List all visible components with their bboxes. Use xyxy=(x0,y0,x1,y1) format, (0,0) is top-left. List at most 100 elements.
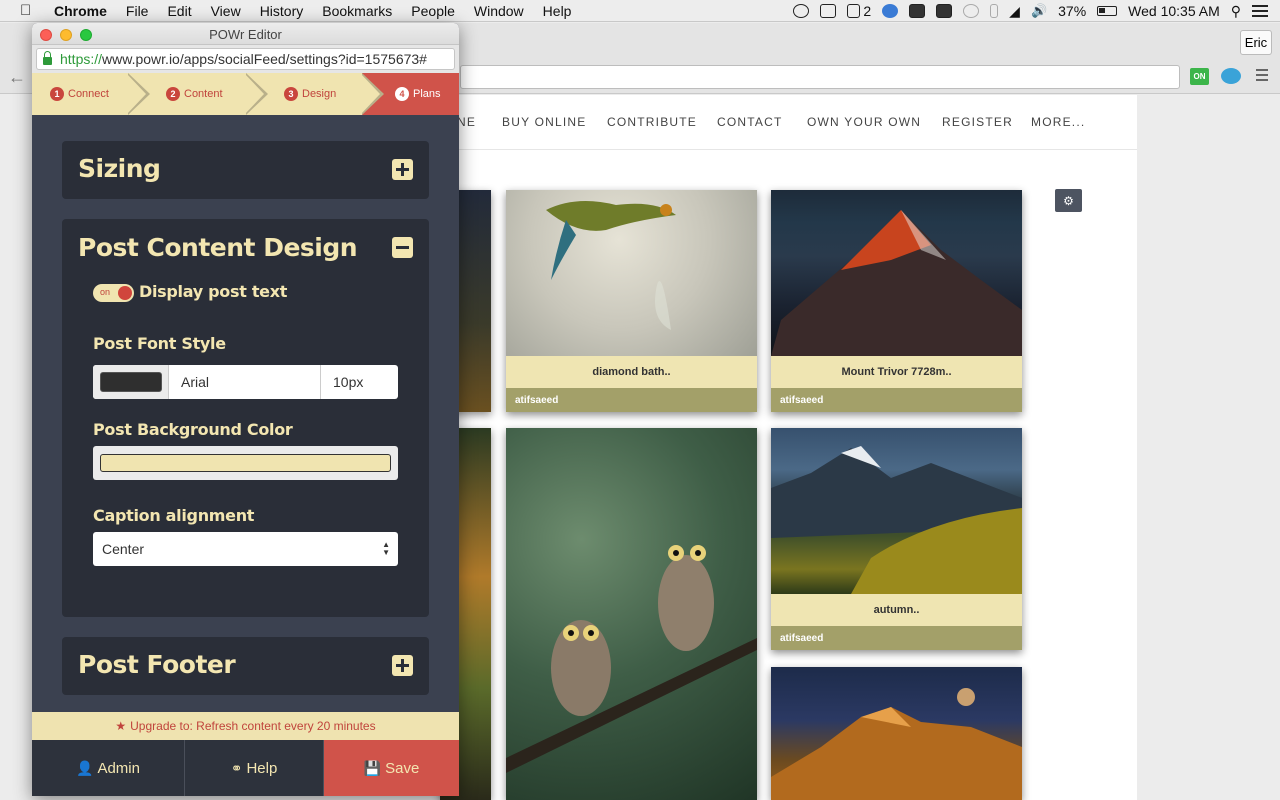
card-author[interactable]: atifsaeed xyxy=(506,388,757,412)
bird-photo xyxy=(506,190,757,356)
post-footer-panel[interactable]: Post Footer xyxy=(62,637,429,695)
chat-bubble-icon[interactable] xyxy=(1221,68,1241,84)
menubar-tray: 2 ◢ 🔊 37% Wed 10:35 AM ⚲ xyxy=(793,0,1268,22)
menu-app-name[interactable]: Chrome xyxy=(54,3,107,19)
nav-item-buy-online[interactable]: BUY ONLINE xyxy=(502,115,586,129)
nav-item-contribute[interactable]: CONTRIBUTE xyxy=(607,115,697,129)
site-nav: NE BUY ONLINE CONTRIBUTE CONTACT OWN YOU… xyxy=(445,95,1137,150)
admin-button[interactable]: 👤 Admin xyxy=(32,740,185,796)
step-number: 1 xyxy=(50,87,64,101)
help-button[interactable]: ⚭ Help xyxy=(185,740,324,796)
card-caption: autumn.. xyxy=(771,594,1022,626)
lock-icon xyxy=(43,51,52,65)
step-divider xyxy=(360,73,380,115)
step-divider xyxy=(126,73,146,115)
sizing-panel[interactable]: Sizing xyxy=(62,141,429,199)
caption-alignment-label: Caption alignment xyxy=(93,506,255,525)
settings-gear-icon[interactable]: ⚙ xyxy=(1055,189,1082,212)
font-color-picker[interactable] xyxy=(93,365,169,399)
macos-menubar:  Chrome File Edit View History Bookmark… xyxy=(0,0,1280,22)
browser-menu-icon[interactable] xyxy=(1256,69,1268,81)
toggle-knob xyxy=(118,286,132,300)
url-path: www.powr.io/apps/socialFeed/settings?id=… xyxy=(102,51,427,67)
card-author[interactable]: atifsaeed xyxy=(771,388,1022,412)
nav-item-more[interactable]: MORE... xyxy=(1031,115,1085,129)
mountain-sunset-photo xyxy=(771,667,1022,800)
card-caption: diamond bath.. xyxy=(506,356,757,388)
wifi-icon[interactable]: ◢ xyxy=(1009,3,1020,20)
post-font-style-label: Post Font Style xyxy=(93,334,226,353)
feed-card[interactable] xyxy=(506,428,757,800)
feed-card[interactable] xyxy=(771,667,1022,800)
arrows-tray-icon[interactable] xyxy=(936,4,953,18)
time-machine-icon[interactable] xyxy=(963,4,980,18)
feed-card[interactable]: diamond bath.. atifsaeed xyxy=(506,190,757,412)
post-background-color-label: Post Background Color xyxy=(93,420,293,439)
menu-bookmarks[interactable]: Bookmarks xyxy=(322,3,392,19)
apple-menu-icon[interactable]:  xyxy=(20,2,40,19)
step-label: Content xyxy=(184,88,223,100)
card-caption: Mount Trivor 7728m.. xyxy=(771,356,1022,388)
bg-color-swatch xyxy=(100,454,391,472)
notification-center-icon[interactable] xyxy=(1252,5,1268,17)
url-scheme: https:// xyxy=(60,51,103,67)
back-arrow-icon[interactable]: ← xyxy=(8,67,26,88)
nav-item-register[interactable]: REGISTER xyxy=(942,115,1013,129)
panel-title-post-content-design: Post Content Design xyxy=(78,233,358,262)
adobe-tray-icon[interactable]: 2 xyxy=(847,3,871,19)
volume-icon[interactable]: 🔊 xyxy=(1031,3,1047,19)
menu-window[interactable]: Window xyxy=(474,3,524,19)
te-tray-icon[interactable] xyxy=(882,4,899,18)
expand-plus-icon[interactable] xyxy=(392,655,413,676)
menu-people[interactable]: People xyxy=(411,3,455,19)
menu-view[interactable]: View xyxy=(211,3,241,19)
upgrade-text: Upgrade to: Refresh content every 20 min… xyxy=(130,719,376,733)
collapse-minus-icon[interactable] xyxy=(392,237,413,258)
nav-item-partial[interactable]: NE xyxy=(457,115,476,129)
user-icon: 👤 xyxy=(76,759,94,776)
feed-card[interactable]: Mount Trivor 7728m.. atifsaeed xyxy=(771,190,1022,412)
powr-editor-window: POWr Editor https:// www.powr.io/apps/so… xyxy=(32,23,459,796)
card-author[interactable]: atifsaeed xyxy=(771,626,1022,650)
font-color-swatch xyxy=(99,372,162,392)
battery-icon[interactable] xyxy=(1097,6,1118,16)
checkmark-tray-icon[interactable] xyxy=(793,4,810,18)
lifebuoy-icon: ⚭ xyxy=(230,759,243,776)
editor-url-field[interactable]: https:// www.powr.io/apps/socialFeed/set… xyxy=(36,48,455,70)
menu-edit[interactable]: Edit xyxy=(167,3,191,19)
spotlight-search-icon[interactable]: ⚲ xyxy=(1231,3,1241,20)
caption-alignment-select[interactable]: Center ▲ ▼ xyxy=(93,532,398,566)
nav-item-own-your-own[interactable]: OWN YOUR OWN xyxy=(807,115,921,129)
post-background-color-picker[interactable] xyxy=(93,446,398,480)
font-family-select[interactable]: Arial xyxy=(169,365,321,399)
nav-item-contact[interactable]: CONTACT xyxy=(717,115,783,129)
font-size-input[interactable]: 10px xyxy=(321,365,398,399)
clock[interactable]: Wed 10:35 AM xyxy=(1128,3,1220,19)
mountain-photo xyxy=(771,190,1022,356)
step-number: 4 xyxy=(395,87,409,101)
owls-photo xyxy=(506,428,757,800)
editor-url-bar: https:// www.powr.io/apps/socialFeed/set… xyxy=(32,45,459,73)
facetime-camera-icon[interactable] xyxy=(820,4,837,18)
save-button[interactable]: 💾 Save xyxy=(324,740,459,796)
profile-button[interactable]: Eric xyxy=(1240,30,1272,55)
menu-history[interactable]: History xyxy=(260,3,304,19)
display-post-text-label: Display post text xyxy=(139,282,288,301)
expand-plus-icon[interactable] xyxy=(392,159,413,180)
save-label: Save xyxy=(385,759,420,777)
display-post-text-toggle[interactable]: on xyxy=(93,284,134,302)
menu-file[interactable]: File xyxy=(126,3,149,19)
step-label: Plans xyxy=(413,88,441,100)
bluetooth-icon[interactable] xyxy=(990,4,999,18)
extension-on-icon[interactable]: ON xyxy=(1190,68,1209,85)
browser-address-bar[interactable] xyxy=(460,65,1180,89)
caption-alignment-value: Center xyxy=(102,541,145,557)
star-icon: ★ xyxy=(115,719,127,733)
upgrade-banner[interactable]: ★ Upgrade to: Refresh content every 20 m… xyxy=(32,712,459,740)
admin-label: Admin xyxy=(97,759,140,777)
command-tray-icon[interactable] xyxy=(909,4,926,18)
feed-card[interactable]: autumn.. atifsaeed xyxy=(771,428,1022,650)
toggle-on-label: on xyxy=(100,287,111,297)
menu-help[interactable]: Help xyxy=(543,3,572,19)
battery-percent: 37% xyxy=(1058,3,1087,19)
